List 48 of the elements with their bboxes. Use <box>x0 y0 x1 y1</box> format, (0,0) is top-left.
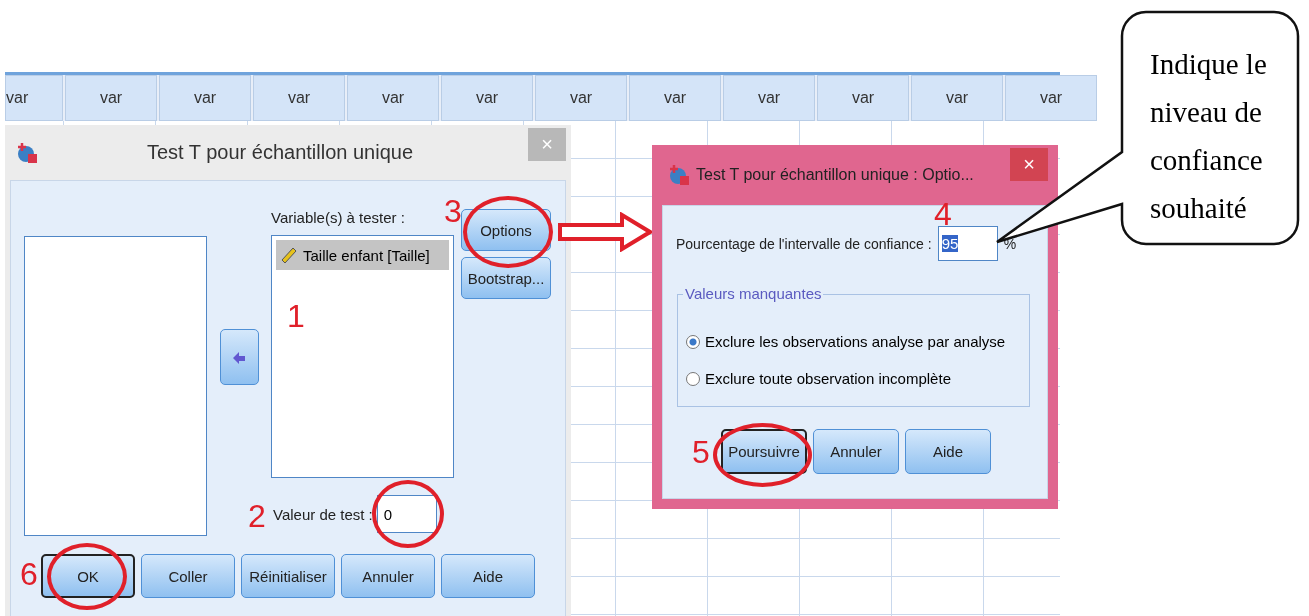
step-number: 5 <box>692 436 710 468</box>
ruler-icon <box>280 246 298 264</box>
radio-button[interactable] <box>686 334 700 349</box>
target-list-label: Variable(s) à tester : <box>271 209 405 226</box>
column-header: var <box>535 75 627 121</box>
column-header: var <box>159 75 251 121</box>
group-legend: Valeurs manquantes <box>683 285 824 302</box>
dialog-title: Test T pour échantillon unique : Optio... <box>696 166 974 184</box>
callout-text: Indique le niveau de confiance souhaité <box>1150 47 1267 226</box>
column-header: var <box>253 75 345 121</box>
column-header: var <box>5 75 63 121</box>
column-header: var <box>911 75 1003 121</box>
dialog-title: Test T pour échantillon unique <box>145 141 415 164</box>
column-header: var <box>441 75 533 121</box>
back-arrow-icon <box>232 350 246 364</box>
radio-option[interactable]: Exclure les observations analyse par analyse <box>686 333 1021 350</box>
dialog-button[interactable]: Coller <box>141 554 235 598</box>
column-header: var <box>347 75 439 121</box>
app-icon <box>16 141 38 164</box>
column-header: var <box>1005 75 1097 121</box>
radio-button[interactable] <box>686 371 700 386</box>
dialog-button[interactable]: Poursuivre <box>721 429 807 474</box>
test-value-label: Valeur de test : <box>273 505 373 523</box>
column-header: var <box>723 75 815 121</box>
variable-item[interactable]: Taille enfant [Taille] <box>276 240 449 270</box>
step-number: 3 <box>444 195 462 227</box>
dialog-button[interactable]: Réinitialiser <box>241 554 335 598</box>
confidence-label: Pourcentage de l'intervalle de confiance : <box>676 235 932 252</box>
confidence-field[interactable]: 95 <box>937 226 998 261</box>
column-header: var <box>629 75 721 121</box>
app-icon <box>668 164 690 186</box>
column-header: var <box>817 75 909 121</box>
dialog-button[interactable]: OK <box>41 554 135 598</box>
step-number: 6 <box>20 558 38 590</box>
dialog-button[interactable]: Options <box>461 209 551 251</box>
close-button[interactable]: × <box>1010 148 1048 181</box>
dialog-button[interactable]: Annuler <box>341 554 435 598</box>
highlight-ellipse <box>372 480 444 548</box>
dialog-button[interactable]: Aide <box>441 554 535 598</box>
radio-option[interactable]: Exclure toute observation incomplète <box>686 370 1021 387</box>
test-value-field[interactable]: 0 <box>376 495 437 533</box>
dialog-button[interactable]: Bootstrap... <box>461 257 551 299</box>
dialog-button[interactable]: Annuler <box>813 429 899 474</box>
step-number: 1 <box>287 300 305 332</box>
dialog-button[interactable]: Aide <box>905 429 991 474</box>
move-button[interactable] <box>219 329 259 385</box>
column-header: var <box>65 75 157 121</box>
step-number: 2 <box>248 500 266 532</box>
